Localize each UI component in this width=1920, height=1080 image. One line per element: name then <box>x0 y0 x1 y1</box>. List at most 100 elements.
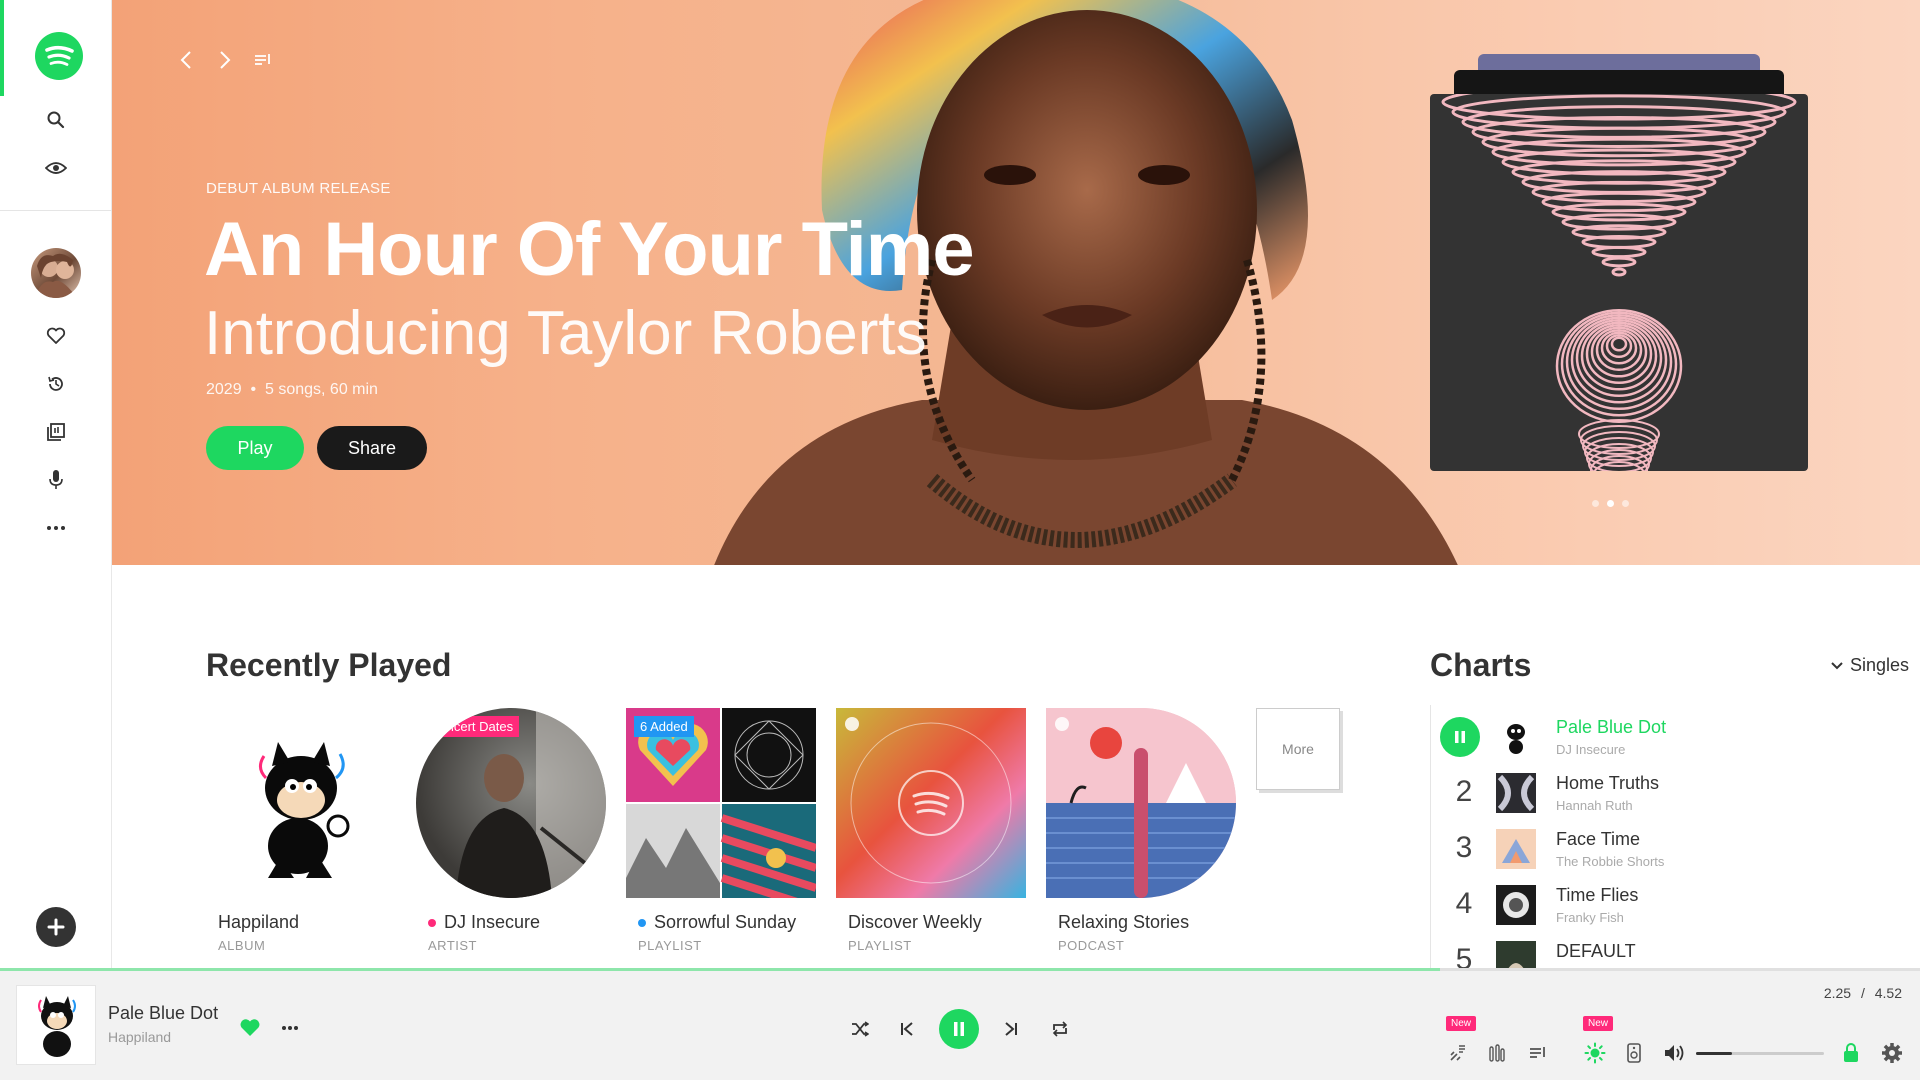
history-icon[interactable] <box>40 368 72 400</box>
recent-card-sorrowful-sunday[interactable]: 6 Added Sorrowful Sunday PLAYLIST <box>626 708 816 953</box>
card-title: Relaxing Stories <box>1058 912 1190 932</box>
relaxing-stories-cover <box>1046 708 1236 898</box>
hero-subtitle: Introducing Taylor Roberts <box>204 299 927 368</box>
lock-icon[interactable] <box>1837 1039 1865 1067</box>
repeat-icon[interactable] <box>1046 1015 1074 1043</box>
discover-weekly-cover <box>836 708 1026 898</box>
player-bar: Pale Blue Dot Happiland 2.25 / 4.52 New … <box>0 971 1920 1080</box>
charts-divider <box>1430 705 1431 968</box>
pause-icon <box>954 1022 964 1036</box>
recent-card-dj-insecure[interactable]: Concert Dates DJ Insecure ARTIST <box>416 708 606 953</box>
charts-title: Charts <box>1430 647 1532 683</box>
recent-card-discover-weekly[interactable]: Discover Weekly PLAYLIST <box>836 708 1026 953</box>
recent-card-happiland[interactable]: Happiland ALBUM <box>206 708 396 953</box>
brightness-icon[interactable] <box>1581 1039 1609 1067</box>
chart-thumb <box>1496 773 1536 813</box>
chart-title: Face Time <box>1556 829 1641 849</box>
volume-fill <box>1696 1052 1732 1055</box>
chart-thumb <box>1496 829 1536 869</box>
hero-title: An Hour Of Your Time <box>204 207 975 292</box>
microphone-icon[interactable] <box>40 464 72 496</box>
chart-row[interactable]: 5 DEFAULT <box>1440 935 1860 968</box>
playlist-bullet-icon <box>638 918 646 927</box>
card-title: Sorrowful Sunday <box>638 912 796 933</box>
heart-icon[interactable] <box>40 320 72 352</box>
card-title: Discover Weekly <box>848 912 982 932</box>
added-badge: 6 Added <box>634 716 694 737</box>
card-title-text: DJ Insecure <box>444 912 541 932</box>
hero-meta: 2029 • 5 songs, 60 min <box>206 381 378 399</box>
more-options-icon[interactable] <box>276 1016 304 1040</box>
chart-title: Pale Blue Dot <box>1556 717 1667 737</box>
volume-icon[interactable] <box>1661 1039 1689 1067</box>
card-title: Happiland <box>218 912 300 932</box>
queue-icon[interactable] <box>249 46 277 74</box>
card-title-text: Sorrowful Sunday <box>654 912 797 932</box>
chart-pause-button[interactable] <box>1440 717 1480 757</box>
back-arrow-icon[interactable] <box>172 46 200 74</box>
concert-dates-badge: Concert Dates <box>424 716 520 737</box>
chart-rank: 2 <box>1455 775 1473 808</box>
now-playing-cover[interactable] <box>16 985 96 1065</box>
volume-slider[interactable] <box>1696 1052 1824 1055</box>
shuffle-icon[interactable] <box>846 1015 874 1043</box>
new-badge: New <box>1446 1016 1477 1031</box>
dj-insecure-photo: Concert Dates <box>416 708 606 898</box>
sidebar-divider <box>0 210 112 211</box>
now-playing-title[interactable]: Pale Blue Dot <box>108 1003 218 1024</box>
now-playing-album[interactable]: Happiland <box>108 1029 171 1045</box>
avatar[interactable] <box>31 248 81 298</box>
more-button[interactable]: More <box>1256 708 1340 790</box>
chart-thumb <box>1496 717 1536 757</box>
equalizer-icon[interactable] <box>1483 1039 1511 1067</box>
like-heart-icon[interactable] <box>236 1016 264 1040</box>
card-type: ARTIST <box>428 938 477 953</box>
library-icon[interactable] <box>40 416 72 448</box>
charts-filter-dropdown[interactable]: Singles <box>1830 655 1909 676</box>
chart-artist: DJ Insecure <box>1556 742 1626 757</box>
carousel-dot[interactable] <box>1622 500 1629 507</box>
artist-bullet-icon <box>428 918 436 927</box>
settings-gear-icon[interactable] <box>1878 1039 1906 1067</box>
share-button[interactable]: Share <box>317 426 427 470</box>
carousel-dot-active[interactable] <box>1607 500 1614 507</box>
time-total: 4.52 <box>1874 985 1902 1001</box>
charts-filter-label: Singles <box>1850 655 1910 675</box>
add-button[interactable] <box>36 907 76 947</box>
featured-album-cover[interactable] <box>1430 94 1808 471</box>
recently-played-title: Recently Played <box>206 647 452 683</box>
carousel-dot[interactable] <box>1592 500 1599 507</box>
pause-icon <box>1455 731 1465 743</box>
queue-list-icon[interactable] <box>1524 1039 1552 1067</box>
lyrics-icon[interactable] <box>1444 1039 1472 1067</box>
chart-rank: 4 <box>1455 887 1473 920</box>
chart-artist: Franky Fish <box>1556 910 1624 925</box>
sorrowful-sunday-collage: 6 Added <box>626 708 816 898</box>
new-badge: New <box>1583 1016 1614 1031</box>
hero-details: 5 songs, 60 min <box>265 381 378 398</box>
search-icon[interactable] <box>40 104 72 136</box>
card-type: PODCAST <box>1058 938 1125 953</box>
chart-row[interactable]: 3 Face Time The Robbie Shorts <box>1440 823 1860 873</box>
spotify-logo-icon[interactable] <box>35 32 83 80</box>
next-track-icon[interactable] <box>997 1015 1025 1043</box>
carousel-dots <box>1592 500 1629 507</box>
chart-row[interactable]: Pale Blue Dot DJ Insecure <box>1440 711 1860 761</box>
forward-arrow-icon[interactable] <box>211 46 239 74</box>
play-button[interactable]: Play <box>206 426 304 470</box>
speaker-device-icon[interactable] <box>1620 1039 1648 1067</box>
chart-row[interactable]: 2 Home Truths Hannah Ruth <box>1440 767 1860 817</box>
recent-card-relaxing-stories[interactable]: Relaxing Stories PODCAST <box>1046 708 1236 953</box>
previous-track-icon[interactable] <box>893 1015 921 1043</box>
happiland-cover <box>206 708 396 898</box>
sidebar <box>0 0 112 968</box>
play-pause-button[interactable] <box>939 1009 979 1049</box>
hero-banner: DEBUT ALBUM RELEASE An Hour Of Your Time… <box>112 0 1920 565</box>
chevron-down-icon <box>1831 661 1843 669</box>
plus-icon <box>47 918 65 936</box>
hourglass-artwork <box>1441 94 1797 471</box>
eye-icon[interactable] <box>40 152 72 184</box>
main-content: Recently Played Happiland ALBUM Concert … <box>112 565 1920 968</box>
chart-row[interactable]: 4 Time Flies Franky Fish <box>1440 879 1860 929</box>
more-icon[interactable] <box>40 512 72 544</box>
